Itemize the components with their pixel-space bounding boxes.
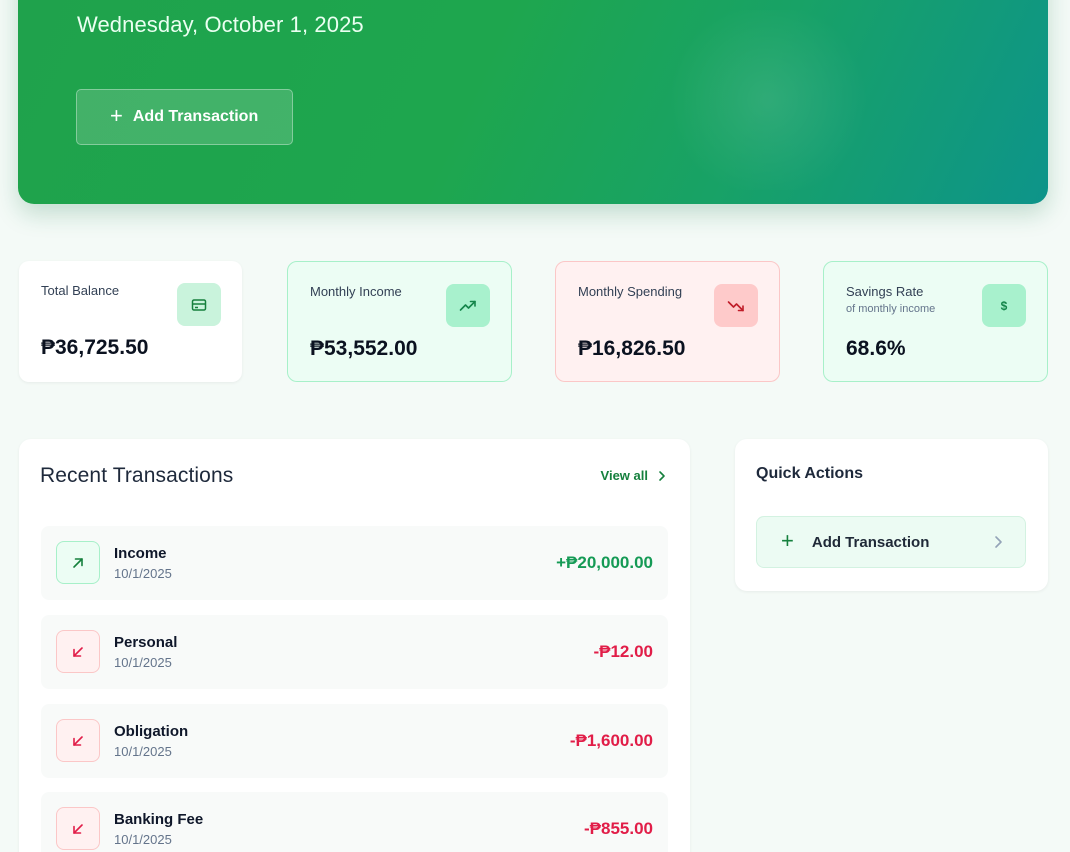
transaction-date: 10/1/2025 xyxy=(114,566,172,581)
chevron-right-icon xyxy=(995,536,1002,548)
transaction-row[interactable]: Income 10/1/2025 +₱20,000.00 xyxy=(41,526,668,600)
recent-transactions-title: Recent Transactions xyxy=(40,464,234,487)
transaction-date: 10/1/2025 xyxy=(114,655,172,670)
monthly-spending-card: Monthly Spending ₱16,826.50 xyxy=(555,261,780,382)
monthly-income-value: ₱53,552.00 xyxy=(310,337,418,360)
plus-icon: + xyxy=(781,528,794,553)
trending-up-icon xyxy=(446,284,490,327)
total-balance-value: ₱36,725.50 xyxy=(41,336,149,359)
hero-date: Wednesday, October 1, 2025 xyxy=(77,12,364,37)
transaction-amount: -₱1,600.00 xyxy=(569,731,653,750)
transaction-row[interactable]: Banking Fee 10/1/2025 -₱855.00 xyxy=(41,792,668,852)
quick-add-transaction-button[interactable]: + Add Transaction xyxy=(756,516,1026,568)
transaction-date: 10/1/2025 xyxy=(114,744,172,759)
transaction-name: Banking Fee xyxy=(114,811,204,828)
arrow-down-left-icon xyxy=(56,630,100,673)
transaction-amount: -₱12.00 xyxy=(593,642,653,661)
transaction-amount: -₱855.00 xyxy=(584,819,653,838)
hero-banner: Wednesday, October 1, 2025 + Add Transac… xyxy=(18,0,1048,204)
transaction-row[interactable]: Personal 10/1/2025 -₱12.00 xyxy=(41,615,668,689)
dollar-icon: $ xyxy=(982,284,1026,327)
transaction-name: Personal xyxy=(114,634,178,651)
quick-actions-panel: Quick Actions + Add Transaction xyxy=(735,439,1048,591)
transaction-name: Income xyxy=(114,545,167,562)
trending-down-icon xyxy=(714,284,758,327)
plus-icon: + xyxy=(110,103,123,128)
transaction-amount: +₱20,000.00 xyxy=(556,553,653,572)
arrow-down-left-icon xyxy=(56,719,100,762)
arrow-up-right-icon xyxy=(56,541,100,584)
savings-rate-value: 68.6% xyxy=(846,337,906,360)
quick-add-transaction-label: Add Transaction xyxy=(811,533,930,551)
view-all-label: View all xyxy=(600,468,648,483)
chevron-right-icon xyxy=(659,470,665,481)
credit-card-icon xyxy=(177,283,221,326)
transaction-date: 10/1/2025 xyxy=(114,832,172,847)
arrow-down-left-icon xyxy=(56,807,100,850)
quick-actions-title: Quick Actions xyxy=(756,465,863,482)
view-all-link[interactable]: View all xyxy=(601,468,666,483)
savings-rate-card: Savings Rate of monthly income 68.6% $ xyxy=(823,261,1048,382)
monthly-spending-value: ₱16,826.50 xyxy=(578,337,686,360)
add-transaction-button[interactable]: + Add Transaction xyxy=(76,89,293,145)
monthly-income-card: Monthly Income ₱53,552.00 xyxy=(287,261,512,382)
total-balance-card: Total Balance ₱36,725.50 xyxy=(19,261,242,382)
transaction-row[interactable]: Obligation 10/1/2025 -₱1,600.00 xyxy=(41,704,668,778)
add-transaction-label: Add Transaction xyxy=(132,108,259,125)
recent-transactions-panel: Recent Transactions View all Income 10/1… xyxy=(19,439,690,852)
transaction-name: Obligation xyxy=(114,723,189,740)
